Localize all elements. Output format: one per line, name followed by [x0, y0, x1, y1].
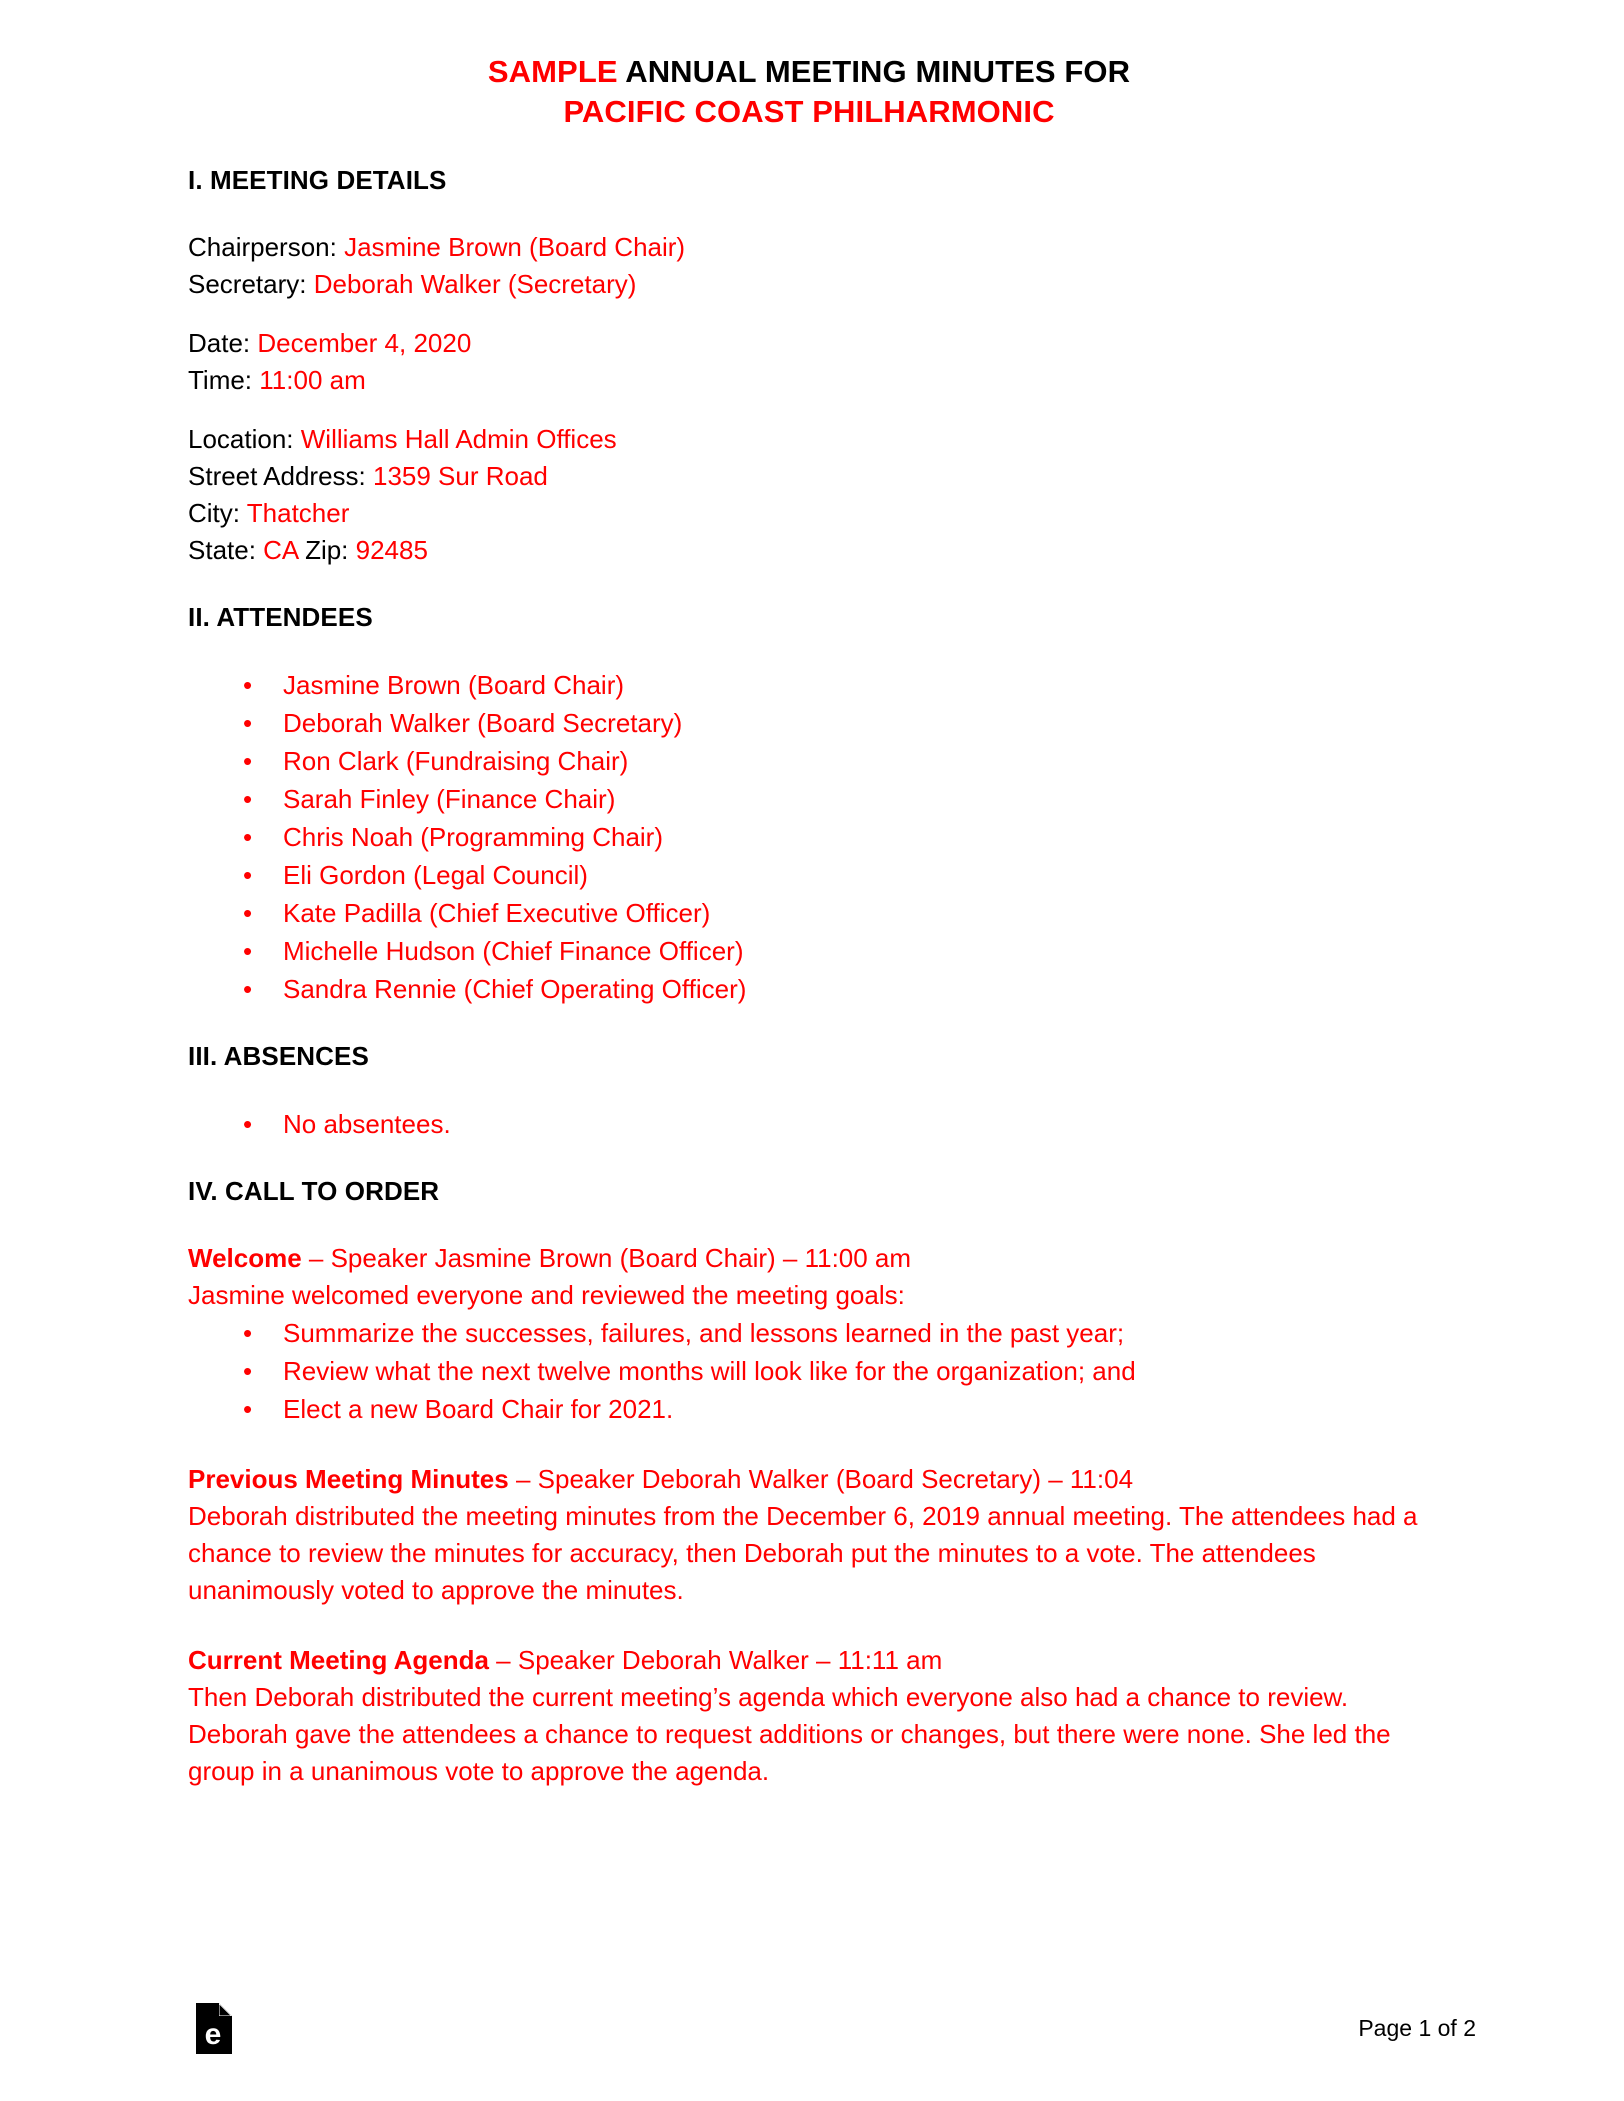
field-time-value: 11:00 am [259, 365, 366, 395]
heading-meeting-details: I. MEETING DETAILS [188, 165, 447, 195]
list-item: Eli Gordon (Legal Council) [188, 856, 1438, 894]
absences-list: No absentees. [188, 1105, 1438, 1143]
list-item: Elect a new Board Chair for 2021. [188, 1390, 1438, 1428]
entry-welcome-header: Welcome – Speaker Jasmine Brown (Board C… [188, 1240, 1438, 1277]
page-number: Page 1 of 2 [1358, 2015, 1476, 2041]
entry-current-agenda-title: Current Meeting Agenda [188, 1645, 489, 1675]
list-item: Ron Clark (Fundraising Chair) [188, 742, 1438, 780]
field-street-address: Street Address: 1359 Sur Road [188, 458, 1438, 495]
field-date-label: Date: [188, 328, 258, 358]
field-state-value: CA [263, 535, 298, 565]
field-chairperson-label: Chairperson: [188, 232, 345, 262]
field-street-address-value: 1359 Sur Road [372, 461, 548, 491]
list-item: Summarize the successes, failures, and l… [188, 1314, 1438, 1352]
attendees-list: Jasmine Brown (Board Chair) Deborah Walk… [188, 666, 1438, 1008]
list-item: Sandra Rennie (Chief Operating Officer) [188, 970, 1438, 1008]
field-date: Date: December 4, 2020 [188, 325, 1438, 362]
field-time: Time: 11:00 am [188, 362, 1438, 399]
title-main-text: ANNUAL MEETING MINUTES FOR [617, 54, 1131, 89]
title-line-1: SAMPLE ANNUAL MEETING MINUTES FOR [184, 52, 1434, 92]
entry-welcome-body: Jasmine welcomed everyone and reviewed t… [188, 1280, 905, 1310]
field-zip-label: Zip: [297, 535, 356, 565]
entry-current-agenda-meta: – Speaker Deborah Walker – 11:11 am [488, 1645, 943, 1675]
entry-previous-minutes-body: Deborah distributed the meeting minutes … [188, 1501, 1418, 1605]
field-date-value: December 4, 2020 [257, 328, 472, 358]
field-chairperson-value: Jasmine Brown (Board Chair) [344, 232, 686, 262]
entry-welcome-title: Welcome [188, 1243, 302, 1273]
field-city: City: Thatcher [188, 495, 1438, 532]
field-secretary-value: Deborah Walker (Secretary) [313, 269, 637, 299]
field-location-label: Location: [188, 424, 301, 454]
field-state-label: State: [188, 535, 264, 565]
list-item: No absentees. [188, 1105, 1438, 1143]
title-line-2: PACIFIC COAST PHILHARMONIC [563, 94, 1055, 129]
list-item: Sarah Finley (Finance Chair) [188, 780, 1438, 818]
entry-previous-minutes-title: Previous Meeting Minutes [188, 1464, 509, 1494]
field-location-value: Williams Hall Admin Offices [300, 424, 617, 454]
document-title: SAMPLE ANNUAL MEETING MINUTES FOR PACIFI… [184, 0, 1434, 132]
entry-current-agenda-body: Then Deborah distributed the current mee… [188, 1682, 1391, 1786]
heading-absences: III. ABSENCES [188, 1041, 369, 1071]
list-item: Deborah Walker (Board Secretary) [188, 704, 1438, 742]
field-chairperson: Chairperson: Jasmine Brown (Board Chair) [188, 229, 1438, 266]
field-street-address-label: Street Address: [188, 461, 373, 491]
list-item: Chris Noah (Programming Chair) [188, 818, 1438, 856]
list-item: Michelle Hudson (Chief Finance Officer) [188, 932, 1438, 970]
field-time-label: Time: [188, 365, 260, 395]
list-item: Jasmine Brown (Board Chair) [188, 666, 1438, 704]
entry-welcome-meta: – Speaker Jasmine Brown (Board Chair) – … [301, 1243, 912, 1273]
field-secretary-label: Secretary: [188, 269, 314, 299]
title-sample-word: SAMPLE [487, 54, 618, 89]
field-state-zip: State: CA Zip: 92485 [188, 532, 1438, 569]
list-item: Review what the next twelve months will … [188, 1352, 1438, 1390]
list-item: Kate Padilla (Chief Executive Officer) [188, 894, 1438, 932]
heading-attendees: II. ATTENDEES [188, 602, 373, 632]
page-footer: e Page 1 of 2 [0, 1981, 1624, 2101]
heading-call-to-order: IV. CALL TO ORDER [188, 1176, 440, 1206]
entry-previous-minutes-meta: – Speaker Deborah Walker (Board Secretar… [508, 1464, 1134, 1494]
field-secretary: Secretary: Deborah Walker (Secretary) [188, 266, 1438, 303]
document-content: SAMPLE ANNUAL MEETING MINUTES FOR PACIFI… [188, 0, 1438, 1790]
entry-current-agenda-header: Current Meeting Agenda – Speaker Deborah… [188, 1642, 1438, 1679]
field-location: Location: Williams Hall Admin Offices [188, 421, 1438, 458]
welcome-goals-list: Summarize the successes, failures, and l… [188, 1314, 1438, 1428]
eforms-document-logo-icon: e [196, 2003, 232, 2054]
entry-previous-minutes-header: Previous Meeting Minutes – Speaker Debor… [188, 1461, 1438, 1498]
field-city-value: Thatcher [246, 498, 350, 528]
svg-text:e: e [205, 2018, 222, 2051]
field-city-label: City: [188, 498, 247, 528]
field-zip-value: 92485 [355, 535, 428, 565]
document-page: SAMPLE ANNUAL MEETING MINUTES FOR PACIFI… [0, 0, 1624, 2101]
